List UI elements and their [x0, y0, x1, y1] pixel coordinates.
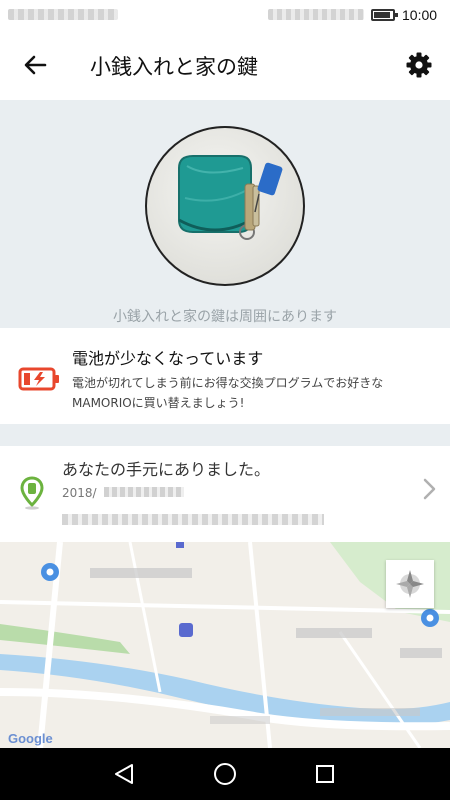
- status-time: 10:00: [402, 7, 438, 23]
- gear-icon[interactable]: [404, 50, 434, 80]
- proximity-status: 小銭入れと家の鍵は周囲にあります: [113, 309, 337, 325]
- location-status-title: あなたの手元にありました。: [62, 460, 271, 479]
- nav-recents-icon[interactable]: [315, 764, 335, 784]
- compass-icon: [396, 570, 424, 598]
- carrier-info: [8, 9, 118, 20]
- map-attribution: Google: [8, 731, 53, 746]
- status-bar: 10:00: [0, 0, 450, 30]
- battery-status-icon: [371, 9, 398, 21]
- battery-notice-title: 電池が少なくなっています: [72, 349, 264, 368]
- back-arrow-icon[interactable]: [20, 50, 50, 80]
- system-nav-bar: [0, 748, 450, 800]
- battery-notice[interactable]: 電池が少なくなっています 電池が切れてしまう前にお得な交換プログラムでお好きなM…: [0, 328, 450, 424]
- chevron-right-icon: [423, 478, 436, 500]
- status-indicators: [268, 9, 364, 20]
- battery-low-icon: [18, 367, 59, 391]
- nav-home-icon[interactable]: [213, 762, 237, 786]
- page-title: 小銭入れと家の鍵: [90, 55, 258, 79]
- last-location-row[interactable]: あなたの手元にありました。 2018/: [0, 446, 450, 542]
- nav-back-icon[interactable]: [112, 763, 136, 785]
- location-map[interactable]: Google: [0, 542, 450, 748]
- app-bar: 小銭入れと家の鍵: [0, 30, 450, 100]
- device-photo: [145, 126, 305, 286]
- timestamp-redacted: [104, 487, 184, 497]
- pin-icon: [20, 476, 44, 510]
- section-divider: [0, 424, 450, 446]
- address-redacted: [62, 514, 324, 525]
- location-timestamp: 2018/: [62, 486, 97, 500]
- compass-button[interactable]: [386, 560, 434, 608]
- battery-notice-description: 電池が切れてしまう前にお得な交換プログラムでお好きなMAMORIOに買い替えまし…: [72, 376, 384, 410]
- device-hero: 小銭入れと家の鍵は周囲にあります: [0, 100, 450, 328]
